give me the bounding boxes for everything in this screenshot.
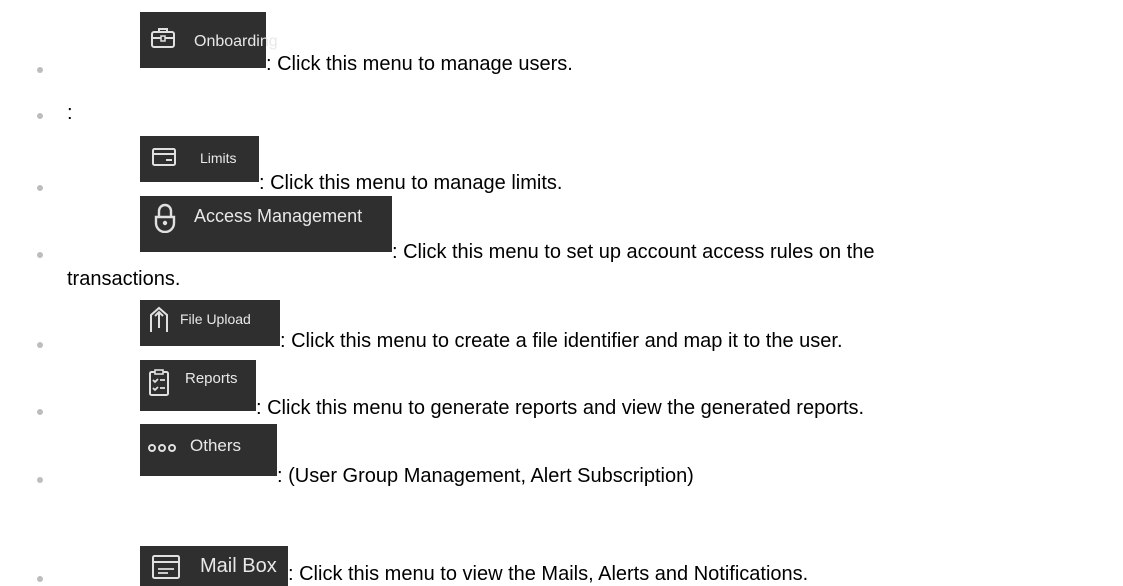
lock-icon	[154, 203, 176, 238]
reports-menu-button[interactable]: Reports	[140, 360, 256, 411]
more-icon	[148, 440, 176, 458]
briefcase-icon	[150, 26, 176, 55]
file-upload-menu-label: File Upload	[180, 311, 251, 327]
access-management-menu-button[interactable]: Access Management	[140, 196, 392, 252]
card-icon	[152, 147, 176, 172]
bullet	[37, 477, 43, 483]
limits-menu-button[interactable]: Limits	[140, 136, 259, 182]
bullet	[37, 113, 43, 119]
mail-box-menu-button[interactable]: Mail Box	[140, 546, 288, 586]
bullet	[37, 67, 43, 73]
bullet	[37, 185, 43, 191]
bullet	[37, 342, 43, 348]
item-description: :	[67, 102, 73, 124]
limits-menu-label: Limits	[200, 150, 237, 166]
item-description: : Click this menu to manage limits.	[259, 172, 563, 194]
file-upload-menu-button[interactable]: File Upload	[140, 300, 280, 346]
mailbox-icon	[152, 554, 180, 585]
reports-menu-label: Reports	[185, 370, 238, 387]
item-description: : Click this menu to generate reports an…	[256, 397, 865, 419]
checklist-icon	[148, 369, 170, 402]
onboarding-menu-button[interactable]: Onboarding	[140, 12, 278, 68]
item-description: : Click this menu to create a file ident…	[280, 330, 843, 352]
item-description: : Click this menu to manage users.	[266, 53, 573, 75]
bullet	[37, 252, 43, 258]
item-description: : (User Group Management, Alert Subscrip…	[277, 465, 694, 487]
others-menu-button[interactable]: Others	[140, 424, 277, 476]
item-description-continuation: transactions.	[67, 268, 181, 290]
item-description: : Click this menu to set up account acce…	[392, 241, 875, 263]
bullet	[37, 576, 43, 582]
access-management-menu-label: Access Management	[194, 206, 363, 226]
upload-icon	[148, 306, 170, 339]
onboarding-menu-label: Onboarding	[194, 33, 278, 50]
others-menu-label: Others	[190, 436, 242, 455]
bullet	[37, 409, 43, 415]
item-description: : Click this menu to view the Mails, Ale…	[288, 563, 809, 585]
mail-box-menu-label: Mail Box	[200, 555, 277, 577]
